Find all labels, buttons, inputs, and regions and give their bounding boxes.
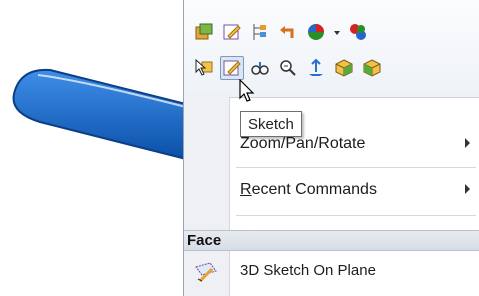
zoom-icon[interactable] [276, 56, 300, 80]
normal-to-icon[interactable] [304, 56, 328, 80]
menu-item-3d-sketch-on-plane[interactable]: 3D Sketch On Plane [184, 252, 479, 292]
3d-sketch-icon [194, 261, 218, 288]
submenu-arrow-icon [465, 184, 470, 194]
menu-item-label: 3D Sketch On Plane [240, 262, 376, 279]
tooltip: Sketch [240, 111, 302, 137]
context-menu: Zoom/Pan/Rotate Recent Commands Face 3D … [183, 0, 479, 296]
toolbar-row-2 [192, 56, 384, 80]
context-toolbar [184, 0, 479, 98]
menu-divider [236, 167, 476, 168]
undo-arrow-icon[interactable] [276, 20, 300, 44]
face-alt-icon[interactable] [360, 56, 384, 80]
toolbar-row-1 [192, 20, 370, 44]
submenu-arrow-icon [465, 138, 470, 148]
edit-icon[interactable] [220, 20, 244, 44]
appearances-icon[interactable] [346, 20, 370, 44]
part-icon[interactable] [192, 20, 216, 44]
select-icon[interactable] [192, 56, 216, 80]
tree-icon[interactable] [248, 20, 272, 44]
sketch-icon[interactable] [220, 56, 244, 80]
appearance-icon[interactable] [304, 20, 328, 44]
menu-section-header: Face [184, 230, 479, 251]
section-title: Face [187, 232, 222, 249]
mouse-cursor-icon [239, 78, 255, 108]
menu-divider [236, 215, 476, 216]
menu-item-recent-commands[interactable]: Recent Commands [184, 171, 479, 211]
color-dropdown-icon[interactable] [332, 20, 342, 44]
menu-item-zoom-pan-rotate[interactable]: Zoom/Pan/Rotate [184, 125, 479, 165]
face-icon[interactable] [332, 56, 356, 80]
smart-dimension-icon[interactable] [248, 56, 272, 80]
menu-item-label: Recent Commands [240, 181, 377, 198]
